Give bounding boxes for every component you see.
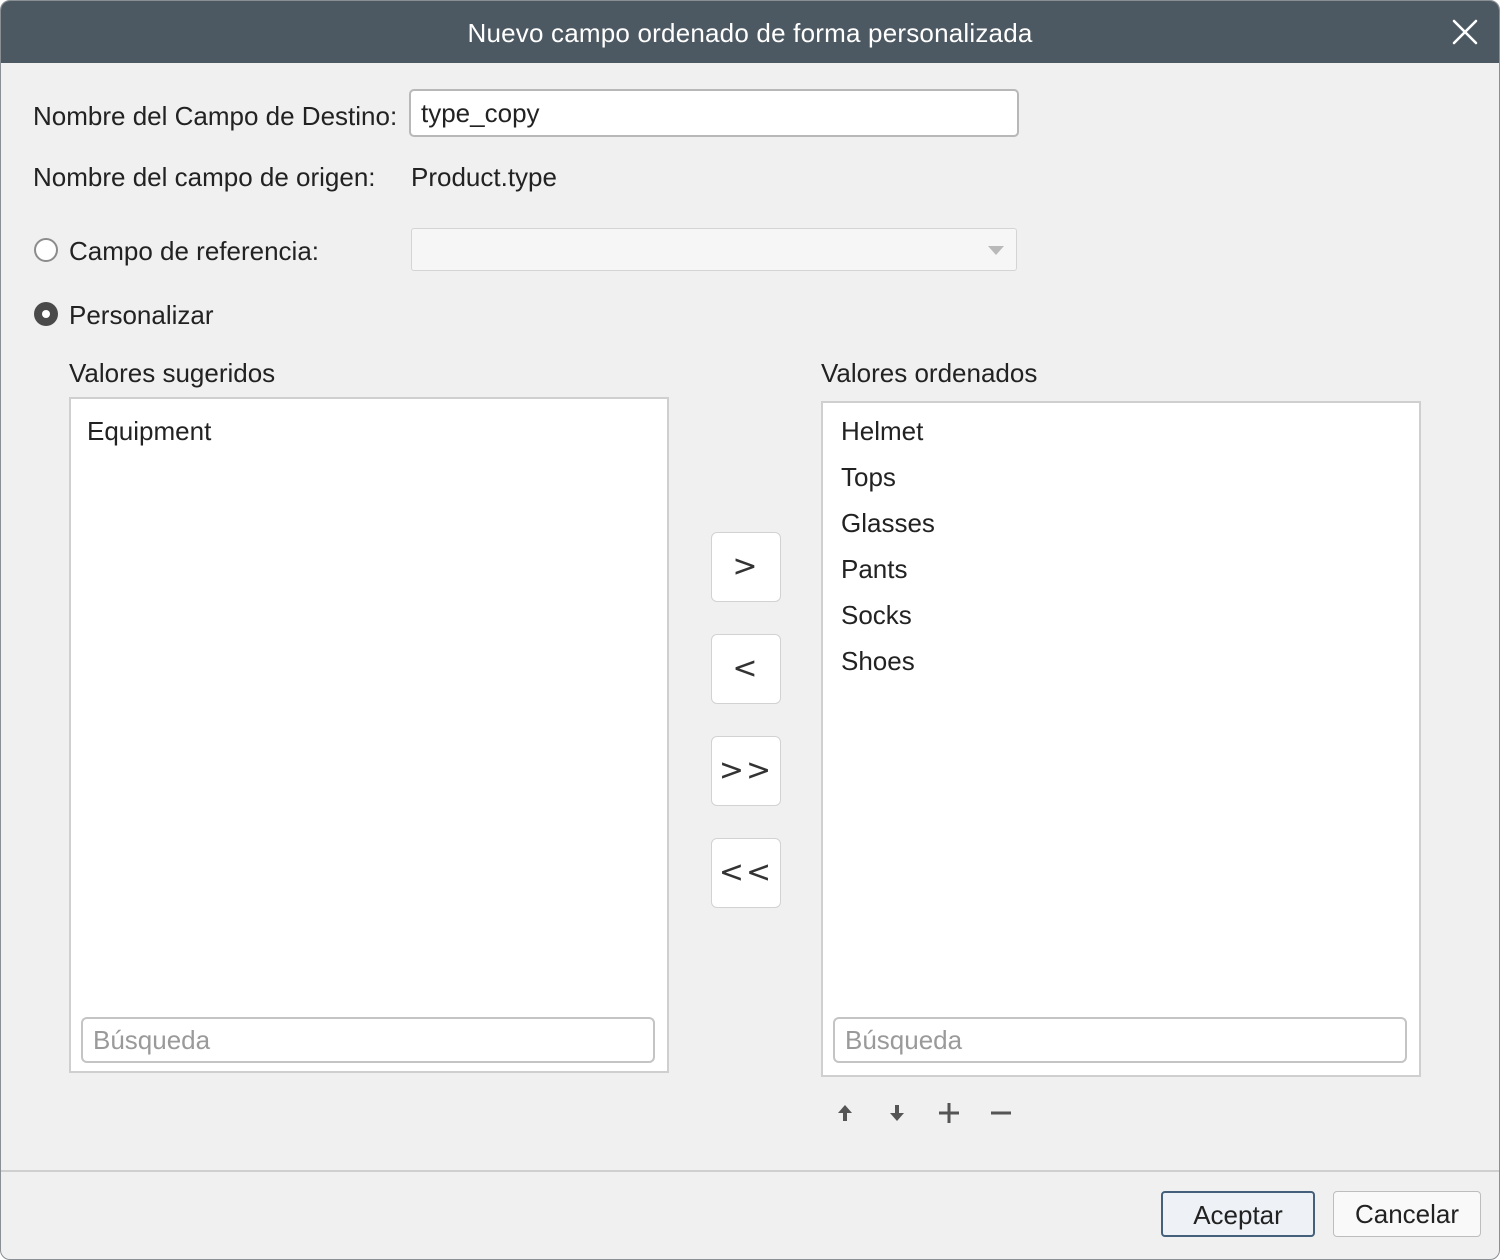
suggested-search-input[interactable] xyxy=(83,1019,653,1061)
cancel-button[interactable]: Cancelar xyxy=(1333,1191,1481,1237)
footer-separator xyxy=(1,1170,1499,1172)
customize-label: Personalizar xyxy=(69,300,214,330)
list-item[interactable]: Equipment xyxy=(87,416,211,447)
title-bar: Nuevo campo ordenado de forma personaliz… xyxy=(1,1,1499,63)
list-item[interactable]: Socks xyxy=(841,600,912,631)
target-field-label: Nombre del Campo de Destino: xyxy=(33,101,398,131)
ordered-values-header: Valores ordenados xyxy=(821,358,1038,388)
list-item[interactable]: Glasses xyxy=(841,508,935,539)
list-item[interactable]: Shoes xyxy=(841,646,915,677)
move-all-left-button[interactable]: << xyxy=(711,838,781,908)
arrow-down-icon[interactable] xyxy=(885,1101,909,1125)
close-icon[interactable] xyxy=(1451,18,1479,46)
move-right-button[interactable]: > xyxy=(711,532,781,602)
list-item[interactable]: Pants xyxy=(841,554,908,585)
ordered-search-input[interactable] xyxy=(835,1019,1405,1061)
suggested-values-list[interactable]: Equipment xyxy=(69,397,669,1073)
reference-field-radio[interactable] xyxy=(34,238,58,262)
customize-radio[interactable] xyxy=(34,302,58,326)
ordered-values-list[interactable]: Helmet Tops Glasses Pants Socks Shoes xyxy=(821,401,1421,1077)
reference-field-dropdown[interactable] xyxy=(411,228,1017,271)
arrow-up-icon[interactable] xyxy=(833,1101,857,1125)
suggested-values-header: Valores sugeridos xyxy=(69,358,276,388)
ok-button[interactable]: Aceptar xyxy=(1161,1191,1315,1237)
chevron-down-icon xyxy=(988,246,1004,255)
source-field-value: Product.type xyxy=(411,162,557,192)
reference-field-label: Campo de referencia: xyxy=(69,236,320,266)
suggested-search-wrapper xyxy=(81,1017,655,1063)
list-item[interactable]: Tops xyxy=(841,462,896,493)
minus-icon[interactable] xyxy=(989,1101,1013,1125)
source-field-label: Nombre del campo de origen: xyxy=(33,162,376,192)
move-all-right-button[interactable]: >> xyxy=(711,736,781,806)
target-field-input[interactable] xyxy=(411,91,1021,135)
move-left-button[interactable]: < xyxy=(711,634,781,704)
plus-icon[interactable] xyxy=(937,1101,961,1125)
target-field-input-wrapper xyxy=(409,89,1021,137)
list-item[interactable]: Helmet xyxy=(841,416,923,447)
custom-sort-dialog: Nuevo campo ordenado de forma personaliz… xyxy=(0,0,1500,1260)
ordered-search-wrapper xyxy=(833,1017,1407,1063)
dialog-title: Nuevo campo ordenado de forma personaliz… xyxy=(467,18,1033,48)
